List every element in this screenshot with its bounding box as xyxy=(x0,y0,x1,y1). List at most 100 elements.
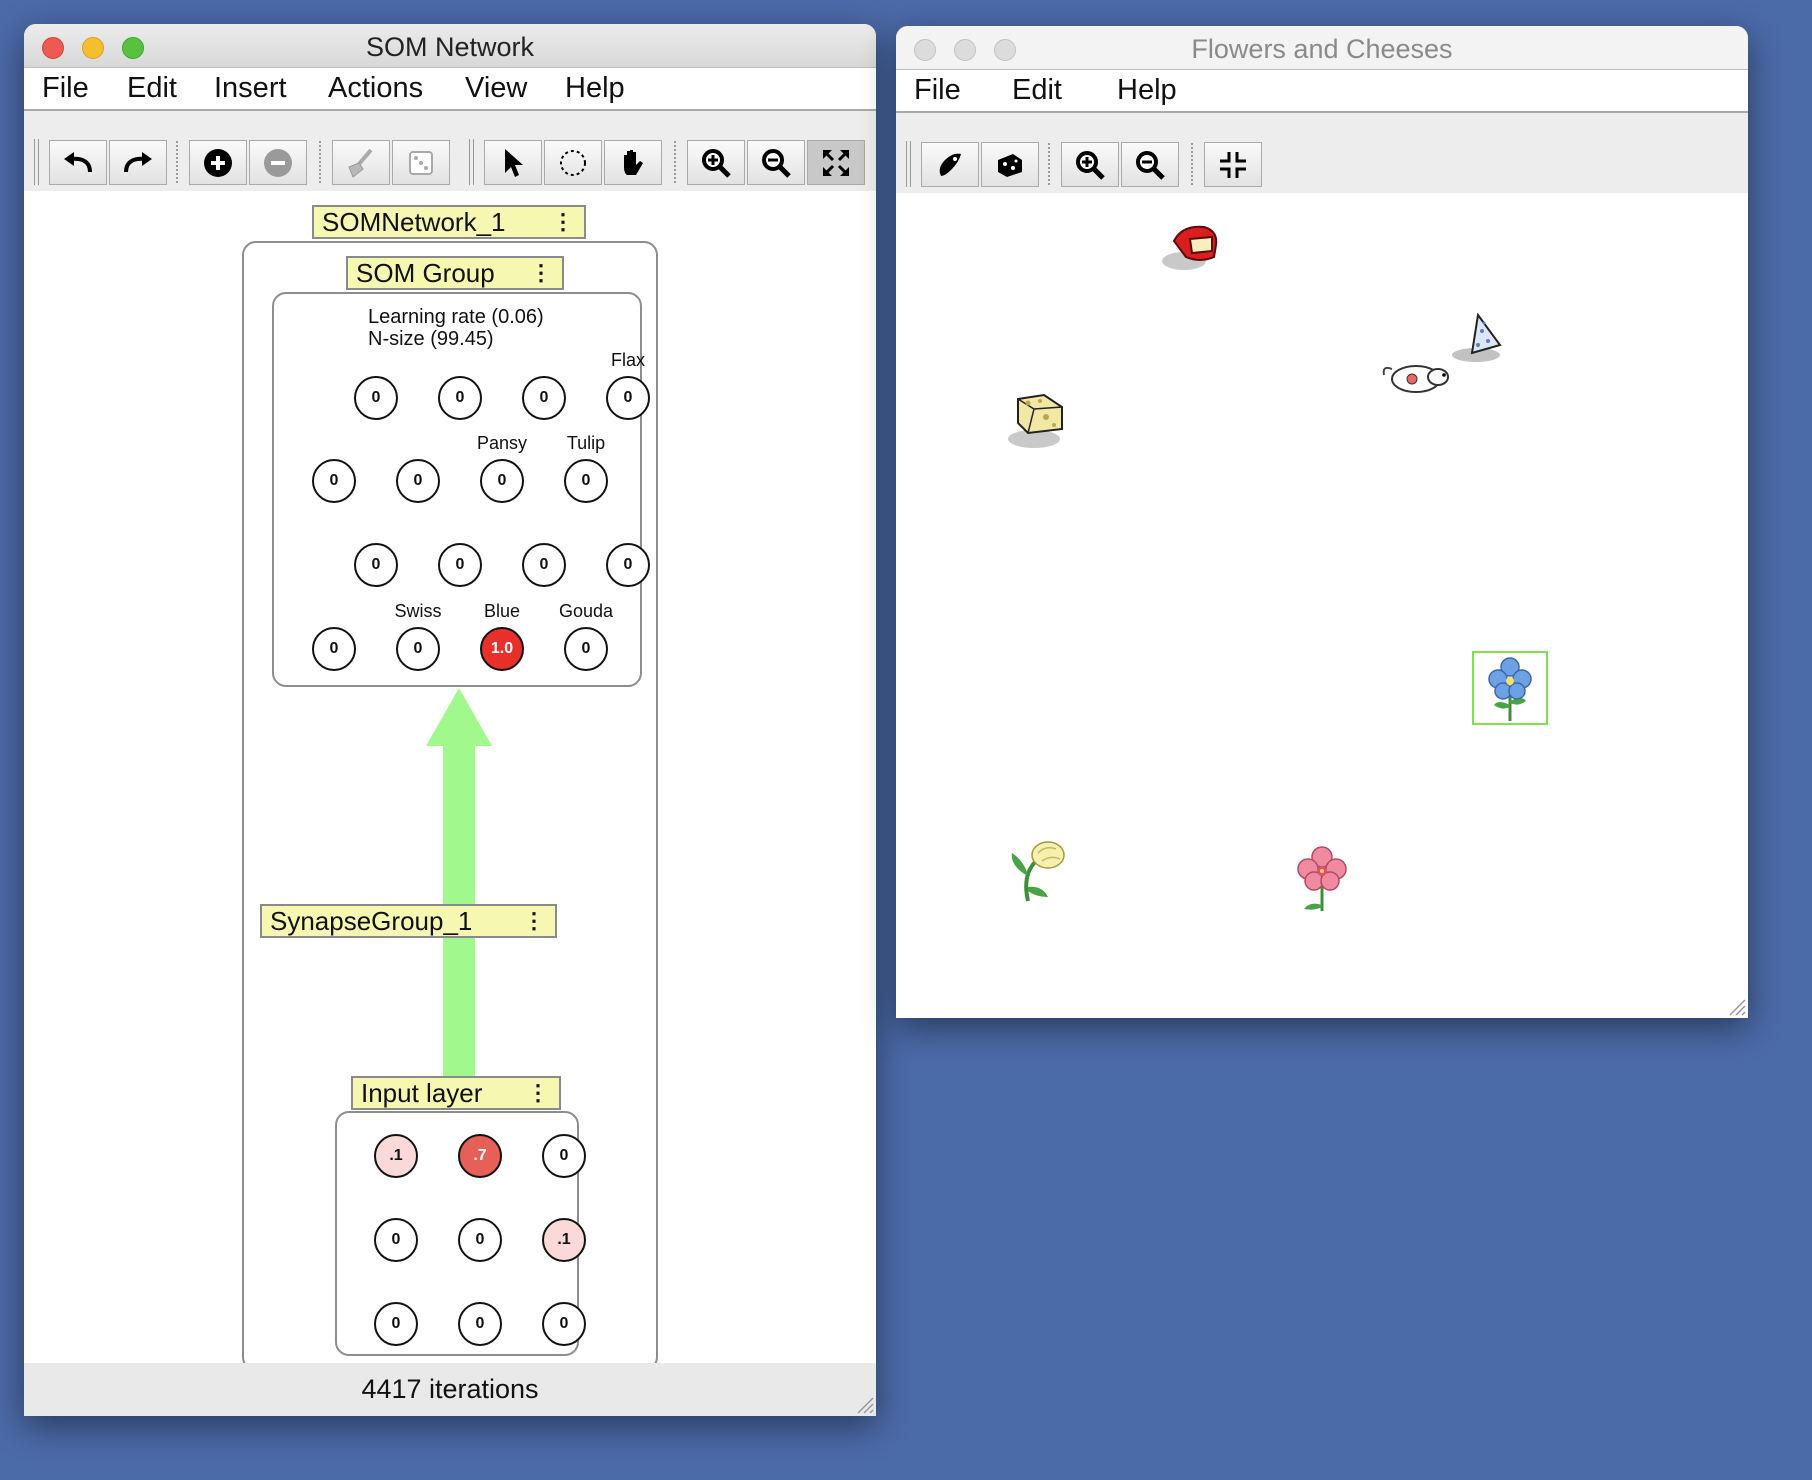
som-neuron[interactable]: 1.0 xyxy=(480,627,524,671)
zoom-out-button[interactable] xyxy=(1121,142,1179,187)
som-neuron[interactable]: 0 xyxy=(396,627,440,671)
zoom-in-button[interactable] xyxy=(1061,142,1119,187)
input-neuron[interactable]: 0 xyxy=(458,1302,502,1346)
input-neuron[interactable]: 0 xyxy=(542,1302,586,1346)
input-neuron[interactable]: 0 xyxy=(374,1302,418,1346)
world-window: Flowers and Cheeses File Edit Help xyxy=(896,26,1748,1018)
zoom-in-button[interactable] xyxy=(687,140,745,185)
som-neuron[interactable]: 0 xyxy=(312,627,356,671)
som-neuron[interactable]: 0 xyxy=(312,459,356,503)
zoom-button[interactable] xyxy=(122,37,144,59)
toolbar-grip[interactable] xyxy=(34,139,39,185)
menu-help[interactable]: Help xyxy=(1117,74,1177,107)
pan-tool-button[interactable] xyxy=(604,140,662,185)
som-window-titlebar[interactable]: SOM Network xyxy=(24,24,876,68)
menu-insert[interactable]: Insert xyxy=(214,72,287,105)
select-tool-button[interactable] xyxy=(484,140,542,185)
world-canvas[interactable] xyxy=(896,193,1748,1018)
more-options-icon[interactable]: ⋮ xyxy=(527,1078,549,1108)
pink-flower-icon[interactable] xyxy=(1294,845,1352,915)
iteration-count: 4417 iterations xyxy=(361,1374,539,1404)
blue-flower-icon[interactable] xyxy=(1480,655,1540,723)
close-button[interactable] xyxy=(42,37,64,59)
input-neuron[interactable]: .1 xyxy=(374,1134,418,1178)
redo-button[interactable] xyxy=(109,140,167,185)
resize-grip[interactable] xyxy=(1726,996,1746,1016)
menu-view[interactable]: View xyxy=(465,72,527,105)
input-neuron[interactable]: .1 xyxy=(542,1218,586,1262)
more-options-icon[interactable]: ⋮ xyxy=(552,207,574,237)
zoom-button[interactable] xyxy=(994,39,1016,61)
menu-bar: File Edit Insert Actions View Help xyxy=(24,68,876,111)
som-neuron[interactable]: 0 xyxy=(564,459,608,503)
yellow-tulip-icon[interactable] xyxy=(1006,835,1070,905)
fit-to-screen-button[interactable] xyxy=(807,140,865,185)
menu-edit[interactable]: Edit xyxy=(1012,74,1062,107)
synapse-group-label[interactable]: SynapseGroup_1 ⋮ xyxy=(260,904,557,938)
toolbar-separator xyxy=(1048,143,1050,185)
zoom-out-button[interactable] xyxy=(747,140,805,185)
input-neuron[interactable]: 0 xyxy=(374,1218,418,1262)
som-neuron[interactable]: 0 xyxy=(606,376,650,420)
add-agent-button[interactable] xyxy=(921,142,979,187)
input-neuron[interactable]: .7 xyxy=(458,1134,502,1178)
input-neuron[interactable]: 0 xyxy=(542,1134,586,1178)
learning-rate-text: Learning rate (0.06) xyxy=(368,306,544,328)
resize-grip[interactable] xyxy=(854,1394,874,1414)
randomize-button[interactable] xyxy=(392,140,450,185)
world-window-titlebar[interactable]: Flowers and Cheeses xyxy=(896,26,1748,70)
neuron-label: Pansy xyxy=(476,433,528,453)
som-neuron[interactable]: 0 xyxy=(522,543,566,587)
som-group-label[interactable]: SOM Group ⋮ xyxy=(346,256,564,290)
lasso-tool-button[interactable] xyxy=(544,140,602,185)
add-agent-icon xyxy=(939,153,961,176)
more-options-icon[interactable]: ⋮ xyxy=(523,906,545,936)
som-neuron[interactable]: 0 xyxy=(564,627,608,671)
fit-button[interactable] xyxy=(1204,142,1262,187)
redo-icon xyxy=(124,151,152,172)
som-neuron[interactable]: 0 xyxy=(438,376,482,420)
zoom-out-icon xyxy=(1136,150,1165,180)
neuron-label: Flax xyxy=(610,350,645,370)
toolbar-grip[interactable] xyxy=(906,141,911,187)
synapse-arrow[interactable] xyxy=(424,688,494,1078)
red-cheese-icon[interactable] xyxy=(1156,221,1226,277)
add-entity-icon xyxy=(998,153,1022,177)
som-neuron[interactable]: 0 xyxy=(396,459,440,503)
menu-edit[interactable]: Edit xyxy=(127,72,177,105)
undo-button[interactable] xyxy=(49,140,107,185)
add-entity-button[interactable] xyxy=(981,142,1039,187)
network-canvas[interactable]: SOMNetwork_1 ⋮ SOM Group ⋮ Learning rate… xyxy=(24,191,876,1371)
undo-icon xyxy=(64,151,92,172)
toolbar-separator xyxy=(1191,143,1193,185)
more-options-icon[interactable]: ⋮ xyxy=(530,258,552,288)
som-network-label[interactable]: SOMNetwork_1 ⋮ xyxy=(312,205,586,239)
window-title: SOM Network xyxy=(365,32,535,62)
close-button[interactable] xyxy=(914,39,936,61)
swiss-cheese-icon[interactable] xyxy=(1004,389,1074,453)
remove-neuron-button[interactable] xyxy=(249,140,307,185)
minimize-button[interactable] xyxy=(954,39,976,61)
som-neuron[interactable]: 0 xyxy=(522,376,566,420)
menu-help[interactable]: Help xyxy=(565,72,625,105)
input-neuron[interactable]: 0 xyxy=(458,1218,502,1262)
som-neuron[interactable]: 0 xyxy=(354,376,398,420)
input-layer-label[interactable]: Input layer ⋮ xyxy=(351,1076,561,1110)
mouse-icon[interactable] xyxy=(1380,355,1460,401)
menu-actions[interactable]: Actions xyxy=(328,72,423,105)
menu-file[interactable]: File xyxy=(42,72,89,105)
minimize-button[interactable] xyxy=(82,37,104,59)
zoom-in-icon xyxy=(702,148,731,178)
som-neuron[interactable]: 0 xyxy=(354,543,398,587)
add-neuron-button[interactable] xyxy=(189,140,247,185)
fit-to-screen-icon xyxy=(823,149,849,176)
toolbar-separator xyxy=(319,141,321,183)
toolbar-grip[interactable] xyxy=(469,139,474,185)
som-neuron[interactable]: 0 xyxy=(480,459,524,503)
som-group-title: SOM Group xyxy=(356,258,495,288)
som-network-title: SOMNetwork_1 xyxy=(322,207,506,237)
menu-file[interactable]: File xyxy=(914,74,961,107)
clear-button[interactable] xyxy=(332,140,390,185)
som-neuron[interactable]: 0 xyxy=(606,543,650,587)
som-neuron[interactable]: 0 xyxy=(438,543,482,587)
